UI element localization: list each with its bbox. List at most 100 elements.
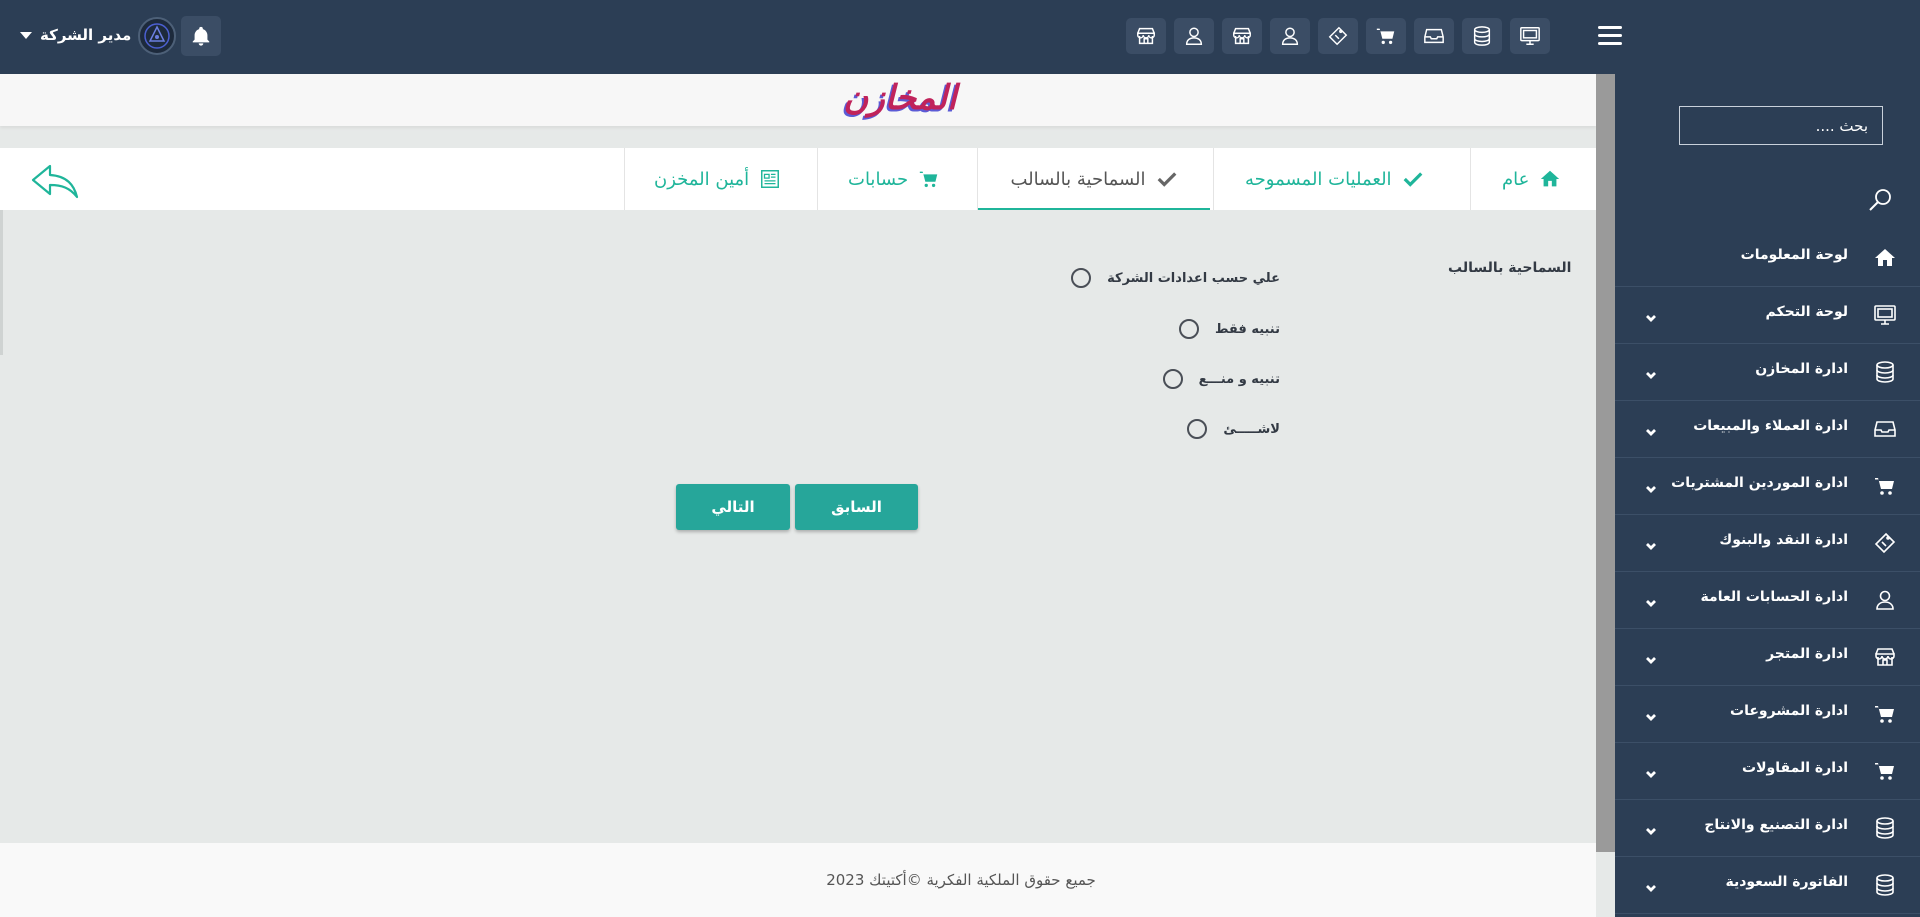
sidebar-search-input[interactable]: [1679, 106, 1883, 145]
sidebar-item[interactable]: ادارة المشروعات: [1615, 686, 1920, 743]
sidebar-item[interactable]: ادارة الموردين المشتريات: [1615, 458, 1920, 515]
user-menu[interactable]: مدير الشركة: [20, 24, 131, 46]
user-icon[interactable]: [1174, 18, 1214, 54]
chevron-down-icon[interactable]: [1645, 309, 1657, 322]
cart-icon[interactable]: [1366, 18, 1406, 54]
scrollbar[interactable]: [1596, 74, 1615, 852]
radio-option-warn-only[interactable]: تنبيه فقط: [1179, 319, 1280, 339]
monitor-icon[interactable]: [1510, 18, 1550, 54]
radio-button[interactable]: [1187, 419, 1208, 439]
monitor-icon: [1872, 303, 1898, 327]
sidebar-item-label: ادارة المشروعات: [1730, 703, 1848, 719]
inbox-icon[interactable]: [1414, 18, 1454, 54]
cart-icon: [919, 171, 938, 188]
radio-button[interactable]: [1162, 369, 1183, 389]
avatar[interactable]: [138, 17, 176, 55]
sidebar-item[interactable]: ادارة التصنيع والانتاج: [1615, 800, 1920, 857]
tab-divider: [624, 148, 625, 210]
sidebar-item-label: ادارة المتجر: [1766, 646, 1848, 662]
radio-option-warn-and-block[interactable]: تنبيه و منـــع: [1162, 369, 1280, 389]
cart-icon: [1872, 474, 1898, 498]
radio-label: تنبيه و منـــع: [1198, 371, 1280, 387]
chevron-down-icon[interactable]: [1645, 765, 1657, 778]
radio-label: لاشـــــئ: [1223, 421, 1280, 437]
tab-allowed-operations[interactable]: العمليات المسموحه: [1245, 148, 1424, 210]
sidebar-item-label: ادارة الموردين المشتريات: [1671, 475, 1848, 491]
chevron-down-icon[interactable]: [1645, 366, 1657, 379]
sidebar-item[interactable]: لوحة التحكم: [1615, 287, 1920, 344]
chevron-down-icon[interactable]: [1645, 480, 1657, 493]
store-icon[interactable]: [1126, 18, 1166, 54]
hamburger-menu-icon[interactable]: [1598, 26, 1622, 46]
sidebar-item[interactable]: لوحة المعلومات: [1615, 230, 1920, 287]
back-arrow-icon[interactable]: [30, 163, 80, 199]
store-icon[interactable]: [1222, 18, 1262, 54]
tab-bar: عام العمليات المسموحه السماحية بالسالب ح…: [0, 148, 1596, 210]
cart-icon: [1872, 759, 1898, 783]
chevron-down-icon[interactable]: [1645, 594, 1657, 607]
check-icon: [1157, 172, 1176, 187]
database-icon[interactable]: [1462, 18, 1502, 54]
tab-divider: [1213, 148, 1214, 210]
ticket-icon[interactable]: [1318, 18, 1358, 54]
sidebar-menu: لوحة المعلومات لوحة التحكم ادارة المخازن اد…: [1615, 230, 1920, 914]
tab-accounts[interactable]: حسابات: [848, 148, 940, 210]
inbox-icon: [1872, 417, 1898, 441]
sidebar-item-label: ادارة التصنيع والانتاج: [1704, 817, 1848, 833]
negative-allowance-label: السماحية بالسالب: [1448, 260, 1572, 276]
sidebar-item-label: الفاتورة السعودية: [1725, 874, 1848, 890]
search-icon[interactable]: [1867, 187, 1893, 213]
chevron-down-icon[interactable]: [1645, 879, 1657, 892]
sidebar: لوحة المعلومات لوحة التحكم ادارة المخازن اد…: [1615, 74, 1920, 917]
chevron-down-icon[interactable]: [1645, 708, 1657, 721]
chevron-down-icon[interactable]: [1645, 537, 1657, 550]
tab-general[interactable]: عام: [1502, 148, 1561, 210]
notifications-bell-icon[interactable]: [181, 16, 221, 56]
home-icon: [1541, 170, 1560, 187]
radio-button[interactable]: [1071, 268, 1092, 288]
tab-label: السماحية بالسالب: [1010, 168, 1146, 190]
sidebar-item[interactable]: الفاتورة السعودية: [1615, 857, 1920, 914]
sidebar-item[interactable]: ادارة المخازن: [1615, 344, 1920, 401]
database-icon: [1872, 360, 1898, 384]
sidebar-item-label: ادارة المقاولات: [1742, 760, 1848, 776]
user-icon[interactable]: [1270, 18, 1310, 54]
sidebar-item[interactable]: ادارة العملاء والمبيعات: [1615, 401, 1920, 458]
top-bar: مدير الشركة: [0, 0, 1920, 74]
next-button[interactable]: التالي: [676, 484, 790, 530]
store-icon: [1872, 645, 1898, 669]
radio-label: علي حسب اعدادات الشركة: [1107, 270, 1280, 286]
sidebar-item[interactable]: ادارة الحسابات العامة: [1615, 572, 1920, 629]
home-icon: [1872, 246, 1898, 270]
quick-access-toolbar: [1126, 18, 1550, 54]
chevron-down-icon[interactable]: [1645, 651, 1657, 664]
ticket-icon: [1872, 531, 1898, 555]
tab-label: أمين المخزن: [654, 168, 750, 190]
radio-option-none[interactable]: لاشـــــئ: [1187, 419, 1280, 439]
tab-label: حسابات: [848, 168, 909, 190]
tab-negative-allowance[interactable]: السماحية بالسالب: [978, 148, 1210, 210]
chevron-down-icon[interactable]: [1645, 423, 1657, 436]
radio-label: تنبيه فقط: [1215, 321, 1280, 337]
sidebar-item-label: ادارة النقد والبنوك: [1719, 532, 1848, 548]
database-icon: [1872, 816, 1898, 840]
tab-label: عام: [1502, 168, 1530, 190]
tab-warehouse-keeper[interactable]: أمين المخزن: [654, 148, 781, 210]
active-tab-indicator: [978, 208, 1210, 210]
sidebar-item[interactable]: ادارة المتجر: [1615, 629, 1920, 686]
previous-button[interactable]: السابق: [795, 484, 918, 530]
tab-divider: [1470, 148, 1471, 210]
sidebar-item-label: ادارة الحسابات العامة: [1700, 589, 1848, 605]
sidebar-item[interactable]: ادارة النقد والبنوك: [1615, 515, 1920, 572]
sidebar-item[interactable]: ادارة المقاولات: [1615, 743, 1920, 800]
sidebar-item-label: ادارة العملاء والمبيعات: [1693, 418, 1848, 434]
tab-label: العمليات المسموحه: [1245, 168, 1392, 190]
chevron-down-icon[interactable]: [1645, 822, 1657, 835]
panel-edge: [0, 210, 3, 355]
check-icon: [1403, 172, 1422, 187]
tab-divider: [817, 148, 818, 210]
radio-button[interactable]: [1179, 319, 1199, 339]
radio-option-company-settings[interactable]: علي حسب اعدادات الشركة: [1071, 268, 1280, 288]
footer: جميع حقوق الملكية الفكرية ©أكتيتك 2023: [0, 843, 1596, 917]
user-name: مدير الشركة: [40, 26, 132, 44]
